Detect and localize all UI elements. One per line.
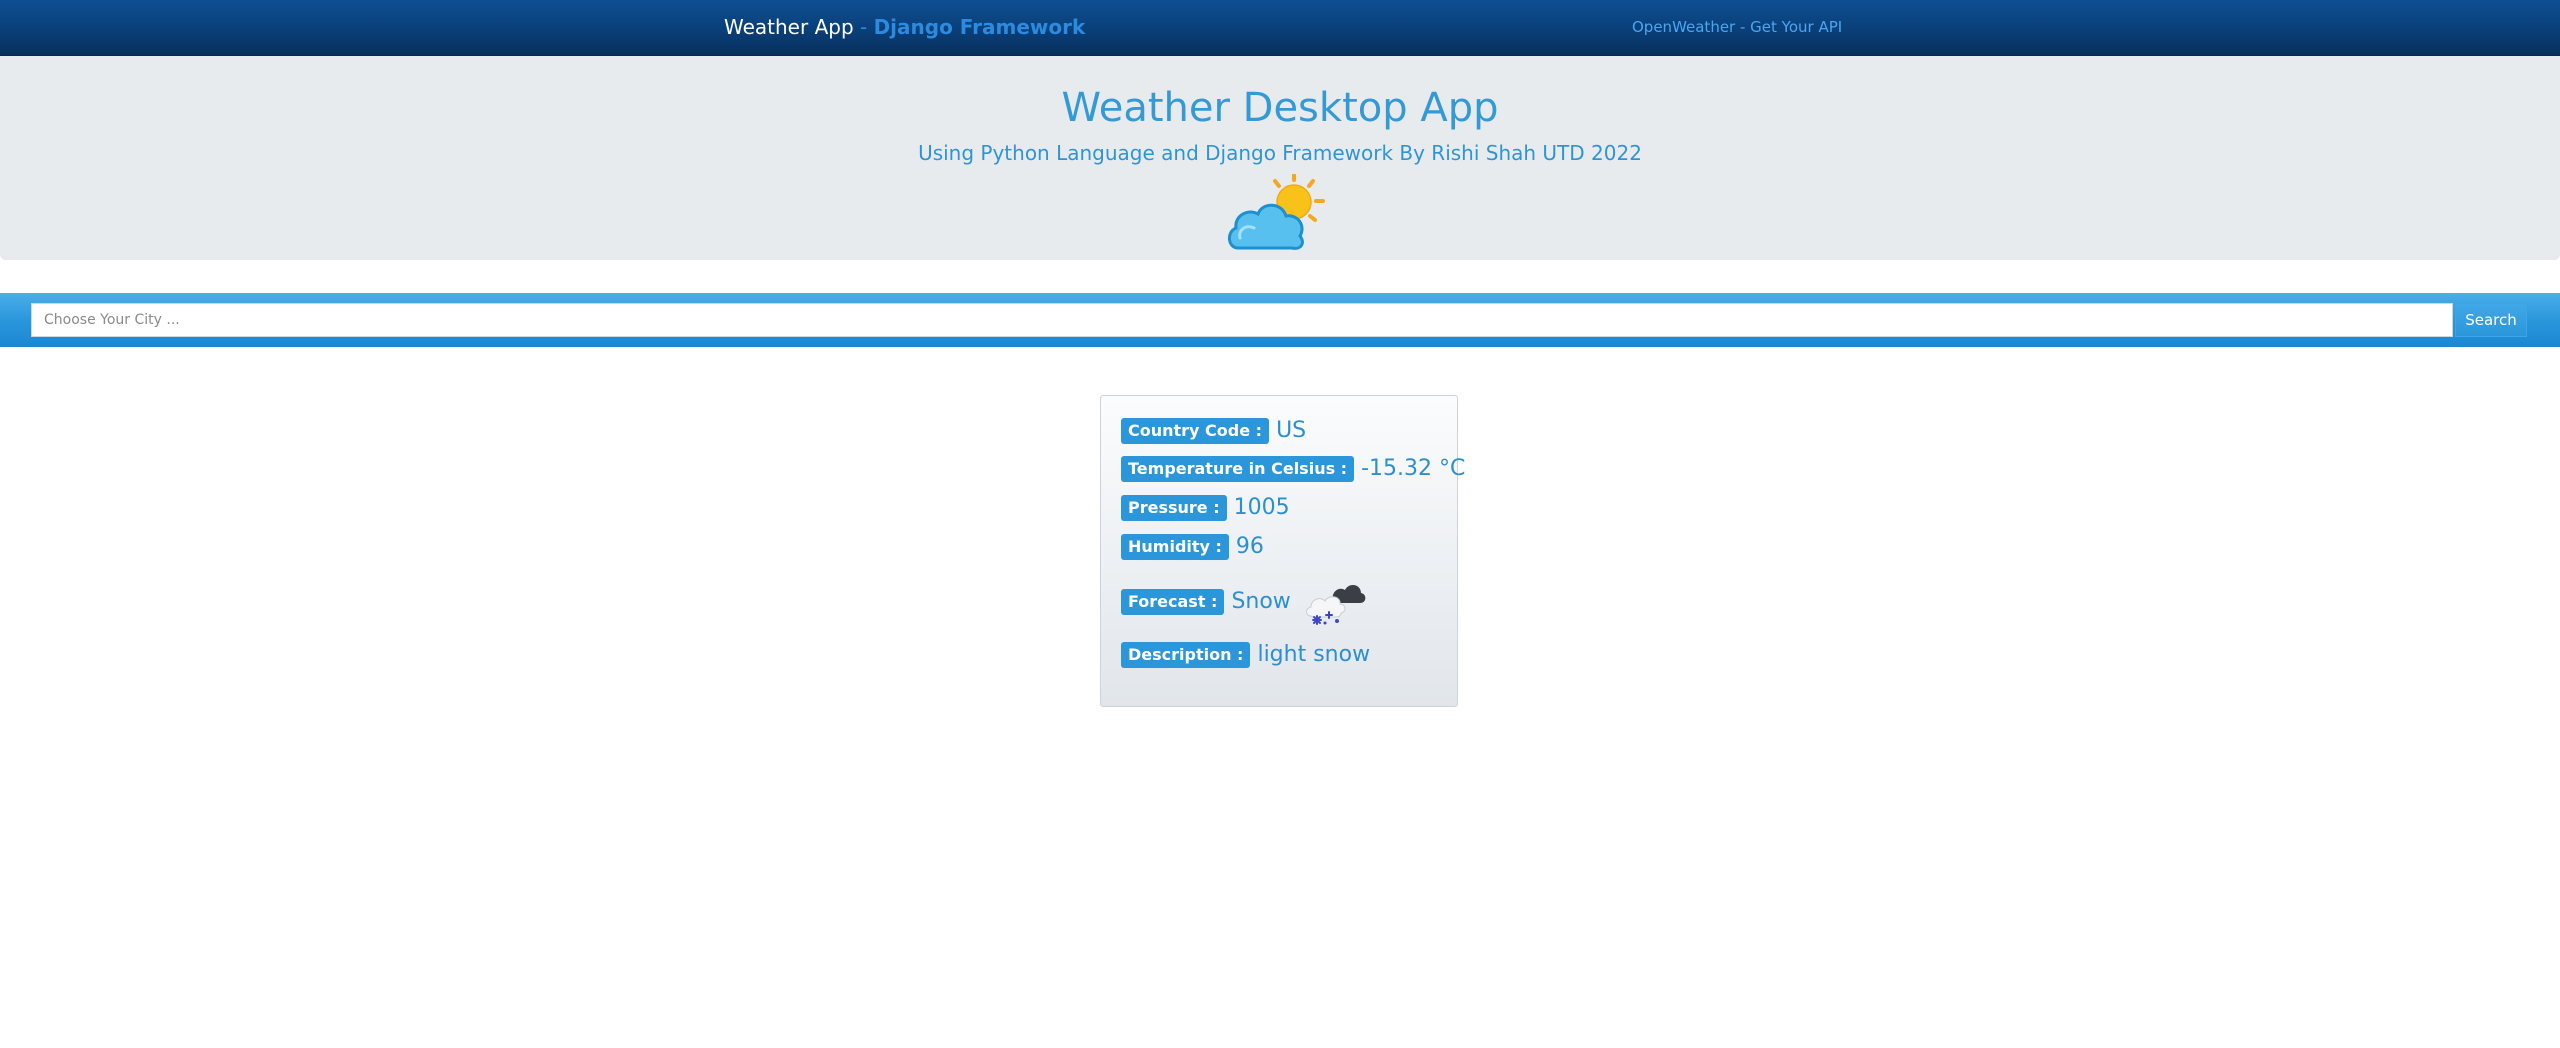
pressure-row: Pressure : 1005 [1121, 495, 1290, 521]
description-row: Description : light snow [1121, 642, 1370, 668]
weather-card: Country Code : US Temperature in Celsius… [1100, 395, 1465, 707]
city-search-input[interactable] [31, 303, 2453, 337]
brand-separator: - [853, 15, 874, 39]
page-subtitle: Using Python Language and Django Framewo… [918, 141, 1642, 165]
humidity-row: Humidity : 96 [1121, 534, 1264, 560]
top-navbar: Weather App - Django Framework OpenWeath… [0, 0, 2560, 56]
pressure-label: Pressure : [1121, 495, 1227, 521]
brand-main-text: Weather App [724, 15, 854, 39]
temperature-row: Temperature in Celsius : -15.32 °C [1121, 456, 1465, 482]
temperature-label: Temperature in Celsius : [1121, 456, 1355, 482]
header-jumbotron: Weather Desktop App Using Python Languag… [0, 56, 2560, 260]
search-button[interactable]: Search [2455, 303, 2527, 337]
page-title: Weather Desktop App [1061, 85, 1499, 131]
forecast-row: Forecast : Snow [1121, 578, 1367, 626]
description-value: light snow [1257, 642, 1371, 667]
pressure-value: 1005 [1233, 495, 1290, 520]
humidity-label: Humidity : [1121, 534, 1229, 560]
forecast-value: Snow [1231, 589, 1291, 614]
search-bar: Search [0, 293, 2560, 347]
description-label: Description : [1121, 642, 1251, 668]
forecast-label: Forecast : [1121, 589, 1225, 615]
country-code-label: Country Code : [1121, 418, 1270, 444]
snow-cloud-icon [1305, 584, 1366, 625]
openweather-api-link[interactable]: OpenWeather - Get Your API [1632, 17, 1842, 37]
temperature-value: -15.32 °C [1361, 456, 1466, 481]
navbar-brand[interactable]: Weather App - Django Framework [724, 15, 1085, 39]
partly-cloudy-icon [1228, 174, 1325, 250]
country-code-row: Country Code : US [1121, 418, 1306, 444]
country-code-value: US [1276, 418, 1307, 443]
humidity-value: 96 [1235, 534, 1264, 559]
brand-sub-text: Django Framework [873, 15, 1086, 39]
